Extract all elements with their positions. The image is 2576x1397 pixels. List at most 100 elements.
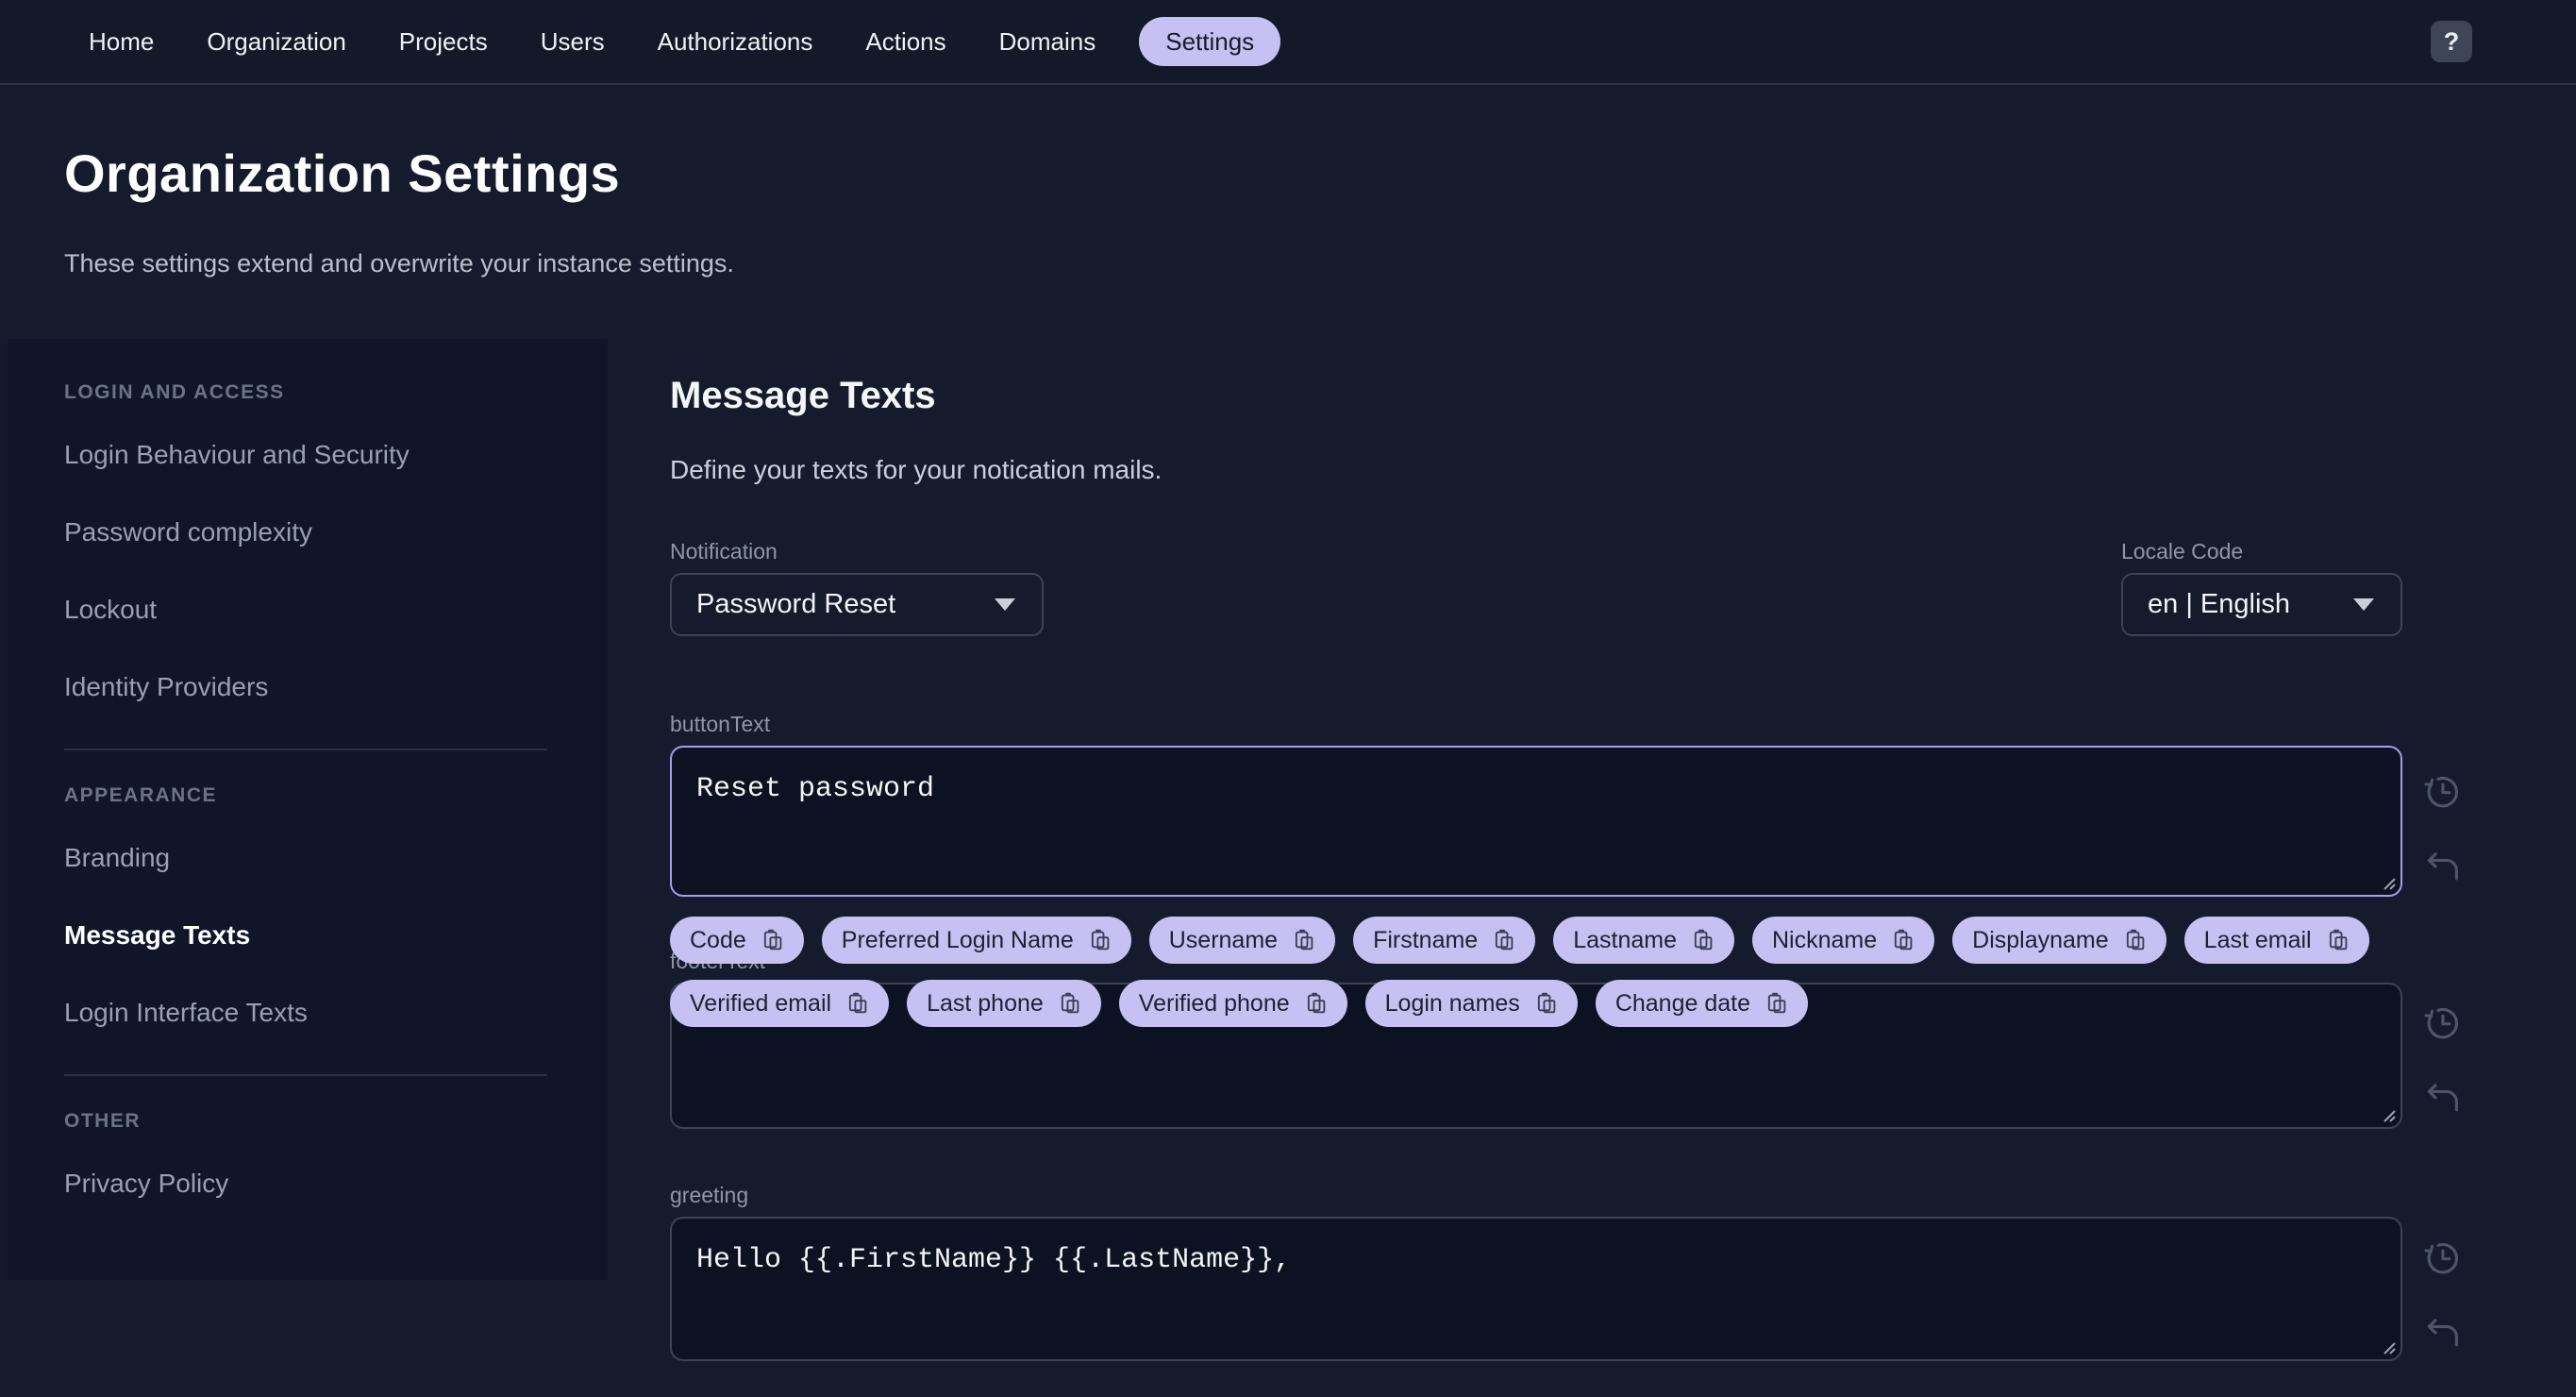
buttontext-label: buttonText: [670, 712, 771, 736]
nav-item-settings-active[interactable]: Settings: [1139, 17, 1281, 66]
variable-chip[interactable]: Preferred Login Name: [821, 917, 1131, 964]
buttontext-group: buttonText Reset password: [670, 712, 2402, 897]
clipboard-copy-icon: [2126, 929, 2145, 951]
greeting-textarea[interactable]: Hello {{.FirstName}} {{.LastName}},: [670, 1217, 2402, 1361]
message-texts-panel: Message Texts Define your texts for your…: [670, 339, 2459, 1361]
sidebar-item[interactable]: Login Interface Texts: [64, 997, 608, 1029]
clipboard-copy-icon: [1767, 992, 1786, 1014]
variable-chip[interactable]: Last email: [2183, 917, 2369, 964]
chip-label: Last email: [2203, 926, 2312, 953]
variable-chip[interactable]: Firstname: [1353, 917, 1536, 964]
locale-group: Locale Code en | English: [2121, 539, 2402, 636]
nav-item-projects[interactable]: Projects: [399, 27, 488, 57]
page-header: Organization Settings These settings ext…: [0, 85, 2576, 279]
sidebar-item[interactable]: Message Texts: [64, 919, 608, 951]
chip-label: Nickname: [1772, 926, 1878, 953]
chip-label: Login names: [1384, 989, 1520, 1017]
buttontext-field-actions: [2421, 770, 2463, 887]
nav-item-organization[interactable]: Organization: [207, 27, 345, 57]
chip-label: Code: [690, 926, 746, 953]
resize-handle[interactable]: [2376, 870, 2397, 891]
undo-icon[interactable]: [2421, 1312, 2463, 1354]
history-icon[interactable]: [2421, 770, 2463, 812]
variable-chip[interactable]: Lastname: [1553, 917, 1734, 964]
sidebar-item[interactable]: Branding: [64, 842, 608, 874]
chevron-down-icon: [995, 598, 1015, 611]
greeting-field-actions: [2421, 1237, 2463, 1354]
section-heading: Message Texts: [670, 375, 936, 416]
sidebar-section-appearance: APPEARANCE Branding Message Texts Login In…: [64, 783, 608, 1029]
section-description: Define your texts for your notication ma…: [670, 455, 1163, 484]
sidebar-section-login-access: LOGIN AND ACCESS Login Behaviour and Sec…: [64, 380, 608, 703]
nav-item-home[interactable]: Home: [89, 27, 154, 57]
chip-label: Preferred Login Name: [841, 926, 1074, 953]
greeting-group: greeting Hello {{.FirstName}} {{.LastNam…: [670, 1183, 2402, 1361]
sidebar-divider: [64, 1074, 547, 1076]
sidebar-item[interactable]: Identity Providers: [64, 671, 608, 703]
notification-select[interactable]: Password Reset: [670, 573, 1044, 636]
sidebar-section-title: APPEARANCE: [64, 784, 218, 806]
nav-item-authorizations[interactable]: Authorizations: [658, 27, 813, 57]
clipboard-copy-icon: [1537, 992, 1556, 1014]
sidebar-section-items: Branding Message Texts Login Interface Tex…: [64, 842, 608, 1029]
clipboard-copy-icon: [1694, 929, 1713, 951]
help-button[interactable]: ?: [2431, 21, 2472, 62]
chips-row-2: Verified email Last phone Verified phone…: [670, 980, 2331, 1027]
chip-label: Verified phone: [1138, 989, 1290, 1017]
sidebar-section-other: OTHER Privacy Policy: [64, 1109, 608, 1200]
notification-label: Notification: [670, 539, 778, 564]
sidebar-divider: [64, 749, 547, 750]
clipboard-copy-icon: [848, 992, 867, 1014]
resize-handle[interactable]: [2376, 1102, 2397, 1123]
nav-item-domains[interactable]: Domains: [999, 27, 1096, 57]
history-icon[interactable]: [2421, 1001, 2463, 1043]
variable-chip[interactable]: Login names: [1364, 980, 1578, 1027]
chip-label: Displayname: [1972, 926, 2109, 953]
sidebar-section-items: Login Behaviour and Security Password com…: [64, 439, 608, 703]
clipboard-copy-icon: [1091, 929, 1110, 951]
chip-label: Firstname: [1373, 926, 1479, 953]
chip-label: Username: [1168, 926, 1279, 953]
undo-icon[interactable]: [2421, 1077, 2463, 1119]
history-icon[interactable]: [2421, 1237, 2463, 1278]
chip-label: Lastname: [1573, 926, 1677, 953]
chip-label: Last phone: [927, 989, 1044, 1017]
clipboard-copy-icon: [2329, 929, 2347, 951]
variable-chips: Code Preferred Login Name Username First…: [670, 917, 2369, 1027]
resize-handle[interactable]: [2376, 1335, 2397, 1355]
nav-item-users[interactable]: Users: [541, 27, 605, 57]
sidebar-item[interactable]: Login Behaviour and Security: [64, 439, 608, 471]
locale-select-value: en | English: [2148, 589, 2291, 619]
page-title: Organization Settings: [64, 143, 621, 203]
content-area: LOGIN AND ACCESS Login Behaviour and Sec…: [0, 339, 2576, 1361]
clipboard-copy-icon: [763, 929, 782, 951]
settings-sidebar: LOGIN AND ACCESS Login Behaviour and Sec…: [8, 339, 608, 1280]
locale-label: Locale Code: [2121, 539, 2244, 564]
notification-select-value: Password Reset: [696, 589, 896, 619]
chips-row-1: Code Preferred Login Name Username First…: [670, 917, 2369, 964]
locale-select[interactable]: en | English: [2121, 573, 2402, 636]
nav-item-actions[interactable]: Actions: [865, 27, 945, 57]
selects-row: Notification Password Reset Locale Code …: [670, 539, 2402, 636]
footertext-field-actions: [2421, 1001, 2463, 1119]
sidebar-section-title: LOGIN AND ACCESS: [64, 381, 285, 403]
sidebar-item[interactable]: Password complexity: [64, 516, 608, 548]
variable-chip[interactable]: Username: [1148, 917, 1336, 964]
sidebar-item[interactable]: Lockout: [64, 594, 608, 626]
variable-chip[interactable]: Displayname: [1952, 917, 2166, 964]
undo-icon[interactable]: [2421, 846, 2463, 887]
variable-chip[interactable]: Last phone: [907, 980, 1101, 1027]
sidebar-section-items: Privacy Policy: [64, 1168, 608, 1200]
clipboard-copy-icon: [1496, 929, 1514, 951]
clipboard-copy-icon: [1061, 992, 1079, 1014]
variable-chip[interactable]: Verified phone: [1118, 980, 1347, 1027]
variable-chip[interactable]: Code: [670, 917, 804, 964]
sidebar-item[interactable]: Privacy Policy: [64, 1168, 608, 1200]
variable-chip[interactable]: Change date: [1595, 980, 1808, 1027]
notification-group: Notification Password Reset: [670, 539, 1044, 636]
top-nav: Home Organization Projects Users Authori…: [0, 0, 2576, 85]
chevron-down-icon: [2353, 598, 2374, 611]
variable-chip[interactable]: Verified email: [670, 980, 890, 1027]
variable-chip[interactable]: Nickname: [1752, 917, 1935, 964]
buttontext-textarea[interactable]: Reset password: [670, 746, 2402, 897]
